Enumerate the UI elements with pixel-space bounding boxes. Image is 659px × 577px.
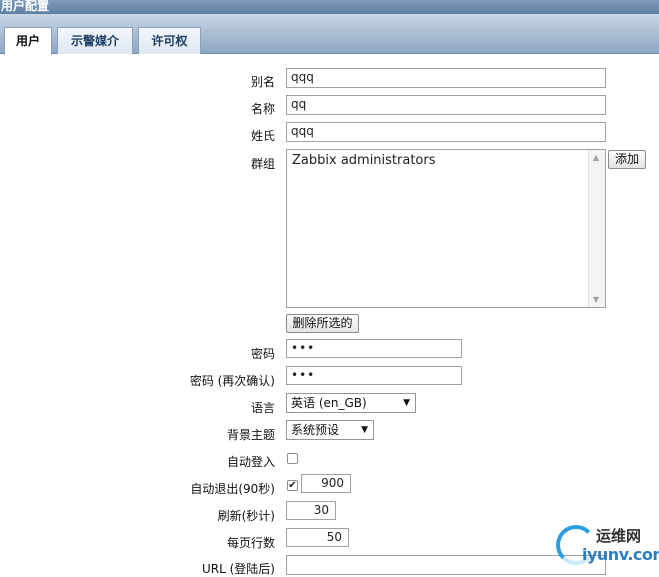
alias-label: 别名: [250, 75, 275, 89]
scroll-down-icon[interactable]: ▼: [593, 295, 599, 304]
language-label: 语言: [250, 401, 275, 415]
url-label: URL (登陆后): [202, 562, 275, 576]
tab-user[interactable]: 用户: [4, 27, 52, 55]
dropdown-arrow-icon: ▼: [403, 398, 410, 408]
autologin-label: 自动登入: [226, 455, 275, 469]
name-label: 名称: [250, 102, 275, 116]
theme-label: 背景主题: [226, 428, 275, 442]
password-confirm-label: 密码 (再次确认): [189, 374, 275, 388]
tab-permissions[interactable]: 许可权: [138, 27, 201, 54]
dropdown-arrow-icon: ▼: [361, 425, 368, 435]
group-item[interactable]: Zabbix administrators: [292, 153, 436, 168]
autologout-input[interactable]: 900: [301, 474, 351, 493]
password-confirm-input[interactable]: •••: [286, 366, 462, 385]
surname-input[interactable]: qqq: [286, 122, 606, 142]
remove-selected-button[interactable]: 删除所选的: [286, 314, 359, 333]
language-selected: 英语 (en_GB): [291, 396, 367, 410]
rows-per-page-label: 每页行数: [226, 536, 275, 550]
site-logo: 运维网 iyunv.com: [552, 522, 659, 568]
window-title: 用户配置: [0, 0, 659, 14]
name-input[interactable]: qq: [286, 95, 606, 115]
tab-media[interactable]: 示警媒介: [57, 27, 133, 54]
logo-text-cn: 运维网: [596, 527, 642, 545]
logo-text-en: iyunv.com: [582, 545, 659, 564]
theme-select[interactable]: 系统预设 ▼: [286, 420, 374, 440]
listbox-scrollbar[interactable]: ▲ ▼: [588, 150, 605, 307]
alias-input[interactable]: qqq: [286, 68, 606, 88]
autologin-checkbox[interactable]: [287, 453, 298, 464]
theme-selected: 系统预设: [291, 423, 340, 437]
password-input[interactable]: •••: [286, 339, 462, 358]
autologout-label: 自动退出(90秒): [190, 482, 275, 496]
tab-bar: 用户 示警媒介 许可权: [0, 14, 659, 55]
autologout-checkbox[interactable]: ✔: [287, 480, 298, 491]
surname-label: 姓氏: [250, 129, 275, 143]
scroll-up-icon[interactable]: ▲: [593, 153, 599, 162]
groups-label: 群组: [250, 157, 275, 171]
language-select[interactable]: 英语 (en_GB) ▼: [286, 393, 416, 413]
add-group-button[interactable]: 添加: [608, 150, 646, 169]
groups-listbox[interactable]: Zabbix administrators ▲ ▼: [286, 149, 606, 308]
refresh-label: 刷新(秒计): [217, 509, 275, 523]
rows-per-page-input[interactable]: 50: [286, 528, 349, 547]
password-label: 密码: [250, 347, 275, 361]
refresh-input[interactable]: 30: [286, 501, 336, 520]
